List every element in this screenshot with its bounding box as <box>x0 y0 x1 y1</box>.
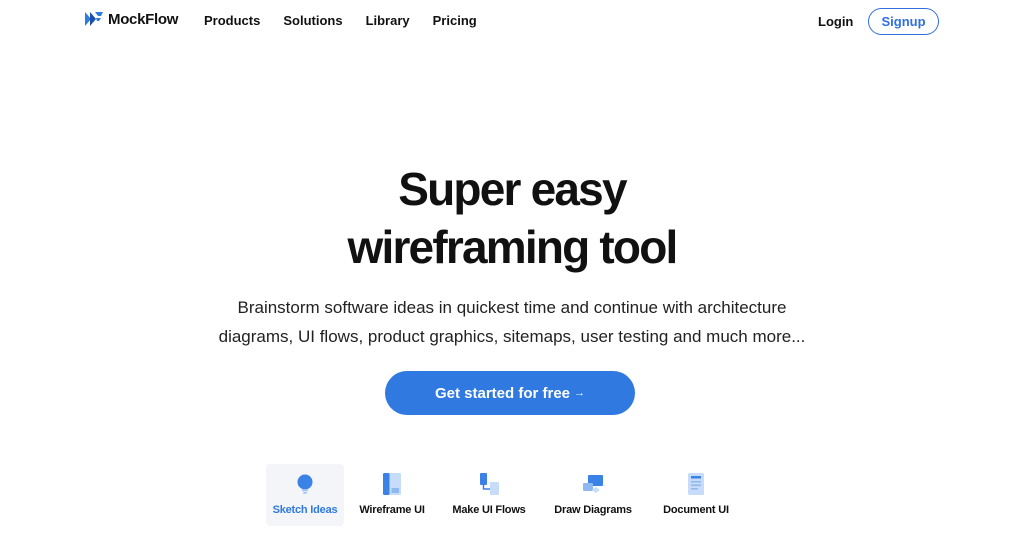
login-link[interactable]: Login <box>818 14 853 29</box>
mockflow-logo-icon <box>85 12 103 26</box>
signup-button[interactable]: Signup <box>868 8 939 35</box>
hero-subtitle: Brainstorm software ideas in quickest ti… <box>0 293 1024 351</box>
arrow-right-icon: → <box>574 387 586 399</box>
document-icon <box>688 473 704 495</box>
hero-title-line-2: wireframing tool <box>347 221 678 273</box>
hero-title-line-1: Super easy <box>398 163 627 215</box>
tab-draw-diagrams[interactable]: Draw Diagrams <box>538 464 648 526</box>
tab-label: Wireframe UI <box>359 504 425 516</box>
get-started-label: Get started for free <box>434 384 571 402</box>
hero-subtitle-line-2: diagrams, UI flows, product graphics, si… <box>218 327 806 346</box>
diagram-icon <box>583 475 603 493</box>
tab-sketch-ideas[interactable]: Sketch Ideas <box>266 464 344 526</box>
hero-subtitle-line-1: Brainstorm software ideas in quickest ti… <box>237 298 787 317</box>
tab-wireframe-ui[interactable]: Wireframe UI <box>344 464 440 526</box>
nav-item-library[interactable]: Library <box>366 13 410 28</box>
main-nav: Products Solutions Library Pricing <box>204 13 477 28</box>
site-header: MockFlow Products Solutions Library Pric… <box>0 0 1024 44</box>
wireframe-icon <box>383 473 401 495</box>
nav-item-pricing[interactable]: Pricing <box>433 13 477 28</box>
logo[interactable]: MockFlow <box>84 10 178 28</box>
feature-tabs: Sketch Ideas Wireframe UI Make UI Flows … <box>266 464 744 526</box>
lightbulb-icon <box>297 474 313 494</box>
tab-label: Make UI Flows <box>452 504 526 516</box>
tab-label: Sketch Ideas <box>272 504 338 516</box>
tab-label: Document UI <box>663 504 729 516</box>
logo-text: MockFlow <box>108 10 179 28</box>
nav-item-solutions[interactable]: Solutions <box>283 13 342 28</box>
hero-title: Super easy wireframing tool <box>0 160 1024 276</box>
tab-make-ui-flows[interactable]: Make UI Flows <box>440 464 538 526</box>
tab-label: Draw Diagrams <box>554 504 632 516</box>
flow-icon <box>480 473 499 495</box>
nav-item-products[interactable]: Products <box>204 13 260 28</box>
tab-document-ui[interactable]: Document UI <box>648 464 744 526</box>
get-started-button[interactable]: Get started for free → <box>385 371 635 415</box>
